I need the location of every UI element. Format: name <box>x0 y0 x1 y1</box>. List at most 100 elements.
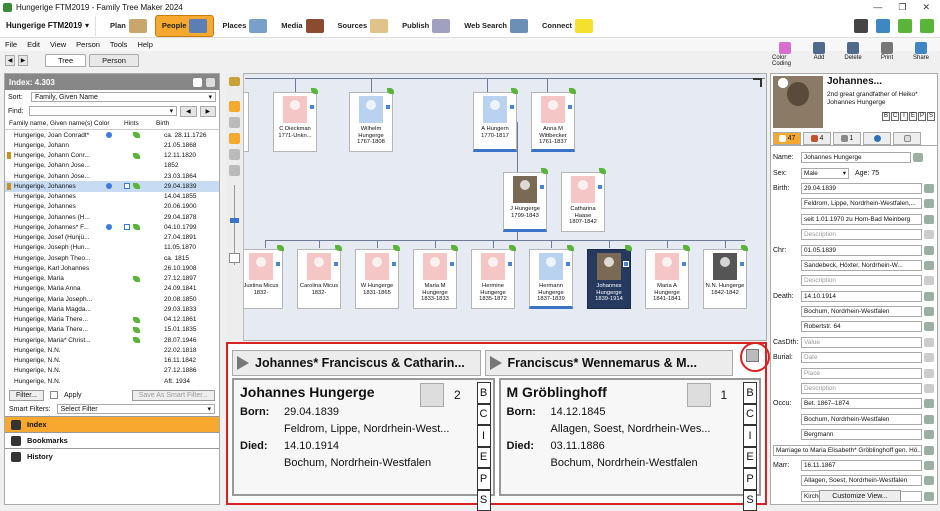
folder-icon[interactable] <box>229 77 240 86</box>
list-item[interactable]: Hungerige, Johannes (H...29.04.1878 <box>5 212 219 222</box>
sex-select[interactable]: Male▾ <box>801 168 849 179</box>
fact-detail-icon[interactable] <box>924 338 934 347</box>
name-field[interactable]: Johannes Hungerge <box>801 152 911 163</box>
leaf-hint-icon[interactable] <box>509 245 516 251</box>
forward-arrow-icon[interactable]: ▶ <box>18 55 28 66</box>
menu-help[interactable]: Help <box>137 40 152 49</box>
list-item[interactable]: Hungerige, N.N.16.11.1842 <box>5 356 219 366</box>
list-item[interactable]: Hungerige, Johann Jose...23.03.1864 <box>5 171 219 181</box>
list-item[interactable]: Hungerige, Johann21.05.1868 <box>5 140 219 150</box>
nav-publish[interactable]: Publish <box>396 15 456 37</box>
fact-field[interactable]: 14.10.1914 <box>801 291 922 302</box>
list-item[interactable]: Hungerige, Maria Anna24.09.1841 <box>5 284 219 294</box>
right-family-header[interactable]: Franciscus* Wennemarus & M... <box>485 350 734 376</box>
find-prev-button[interactable]: ◀ <box>180 106 196 117</box>
fact-detail-icon[interactable] <box>924 292 934 301</box>
tree-person-card[interactable]: N.N. Hungerge1842-1842 <box>703 249 747 309</box>
sort-select[interactable]: Family, Given Name ▾ <box>31 92 216 102</box>
list-item[interactable]: Hungerige, Johannes20.06.1900 <box>5 202 219 212</box>
zoom-out-icon[interactable] <box>229 253 240 263</box>
fact-field[interactable]: 16.11.1867 <box>801 460 922 471</box>
fact-field[interactable]: Description <box>801 275 922 286</box>
fact-field[interactable]: Bergmann <box>801 429 922 440</box>
toolbar-color-coding-button[interactable]: Color Coding <box>772 42 798 67</box>
left-family-header[interactable]: Johannes* Franciscus & Catharin... <box>232 350 481 376</box>
fact-field[interactable]: Date <box>801 352 922 363</box>
list-item[interactable]: Hungerige, Maria There...04.12.1861 <box>5 315 219 325</box>
section-history[interactable]: History <box>5 448 219 464</box>
tab-tree[interactable]: Tree <box>45 54 86 67</box>
menu-view[interactable]: View <box>50 40 66 49</box>
leaf-hint-icon[interactable] <box>133 132 140 138</box>
tab-facts[interactable]: 47 <box>773 132 801 145</box>
tab-person[interactable]: Person <box>89 54 139 67</box>
leaf-hint-icon[interactable] <box>277 245 284 251</box>
close-button[interactable]: ✕ <box>922 2 930 13</box>
family-tag-icon[interactable] <box>739 261 745 267</box>
bciep-s[interactable]: S <box>477 490 491 511</box>
family-tag-icon[interactable] <box>309 104 315 110</box>
bciep-i[interactable]: I <box>743 425 757 447</box>
tree-person-card[interactable]: J Hungerge1799-1843 <box>503 172 547 232</box>
bciep-s[interactable]: S <box>743 490 757 511</box>
family-tag-icon[interactable] <box>623 261 629 267</box>
fact-detail-icon[interactable] <box>924 215 934 224</box>
tree-person-card[interactable]: Justina Micus1832- <box>239 249 283 309</box>
fact-detail-icon[interactable] <box>924 276 934 285</box>
family-tag-icon[interactable] <box>449 261 455 267</box>
nav-people[interactable]: People <box>155 15 215 37</box>
col-hints[interactable]: Hints <box>124 120 156 127</box>
leaf-hint-icon[interactable] <box>133 183 140 189</box>
leaf-hint-icon[interactable] <box>625 245 632 251</box>
toolbar-print-button[interactable]: Print <box>874 42 900 67</box>
nav-media[interactable]: Media <box>275 15 329 37</box>
leaf-hint-icon[interactable] <box>311 88 318 94</box>
fact-detail-icon[interactable] <box>924 184 934 193</box>
bciep-c[interactable]: C <box>743 404 757 426</box>
family-tree-canvas[interactable]: C Dieckman1771-Unkn...Wilhelm Hungerge17… <box>226 73 767 341</box>
nav-places[interactable]: Places <box>216 15 273 37</box>
fact-field[interactable]: Marriage to Maria Elisabeth* Gröblinghof… <box>773 445 922 456</box>
tree-person-card[interactable]: W Hungerge1831-1865 <box>355 249 399 309</box>
apply-checkbox[interactable] <box>50 391 58 399</box>
nav-sources[interactable]: Sources <box>332 15 395 37</box>
tree-person-card[interactable]: Anna M Wittbecker1761-1837 <box>531 92 575 152</box>
fact-field[interactable]: Allagen, Soest, Nordrhein-Westfalen <box>801 475 922 486</box>
fact-detail-icon[interactable] <box>924 322 934 331</box>
list-item[interactable]: Hungerige, Josef (Hunjü...27.04.1891 <box>5 233 219 243</box>
list-item[interactable]: Hungerige, Karl Johannes26.10.1908 <box>5 263 219 273</box>
leaf-hint-icon[interactable] <box>387 88 394 94</box>
fact-detail-icon[interactable] <box>913 153 923 162</box>
leaf-hint-icon[interactable] <box>393 245 400 251</box>
tree-person-card[interactable]: C Dieckman1771-Unkn... <box>273 92 317 152</box>
tab-sources[interactable]: 4 <box>803 132 831 145</box>
fact-field[interactable]: Feldrom, Lippe, Nordrhein-Westfalen,... <box>801 198 922 209</box>
editor-bciep-e[interactable]: E <box>909 112 917 121</box>
fact-detail-icon[interactable] <box>924 476 934 485</box>
layout-icon[interactable] <box>229 165 240 176</box>
leaf-hint-icon[interactable] <box>599 168 606 174</box>
list-item[interactable]: Hungerige, Johannes29.04.1839 <box>5 181 219 191</box>
bciep-p[interactable]: P <box>743 468 757 490</box>
section-bookmarks[interactable]: Bookmarks <box>5 432 219 448</box>
list-item[interactable]: Hungerige, Joseph Theo...ca. 1815 <box>5 253 219 263</box>
wife-card[interactable]: M Gröblinghoff 1 Born:14.12.1845 Allagen… <box>499 378 762 496</box>
list-item[interactable]: Hungerige, Johannes14.04.1855 <box>5 192 219 202</box>
fact-detail-icon[interactable] <box>924 307 934 316</box>
fact-detail-icon[interactable] <box>924 369 934 378</box>
family-tag-icon[interactable] <box>385 104 391 110</box>
tree-person-card[interactable]: Hermann Hungerge1837-1839 <box>529 249 573 309</box>
fact-detail-icon[interactable] <box>924 461 934 470</box>
find-input[interactable]: ▾ <box>29 106 177 116</box>
media-icon[interactable] <box>854 19 868 33</box>
list-item[interactable]: Hungerige, Johann Jose...1852 <box>5 161 219 171</box>
nav-connect[interactable]: Connect <box>536 15 599 37</box>
family-tag-icon[interactable] <box>509 104 515 110</box>
fact-detail-icon[interactable] <box>924 446 934 455</box>
editor-bciep-c[interactable]: C <box>891 112 899 121</box>
expand-arrow-icon[interactable] <box>753 78 762 87</box>
toolbar-add-button[interactable]: Add <box>806 42 832 67</box>
minimize-button[interactable]: — <box>873 2 882 13</box>
leaf-hint-icon[interactable] <box>133 224 140 230</box>
family-tag-icon[interactable] <box>597 184 603 190</box>
